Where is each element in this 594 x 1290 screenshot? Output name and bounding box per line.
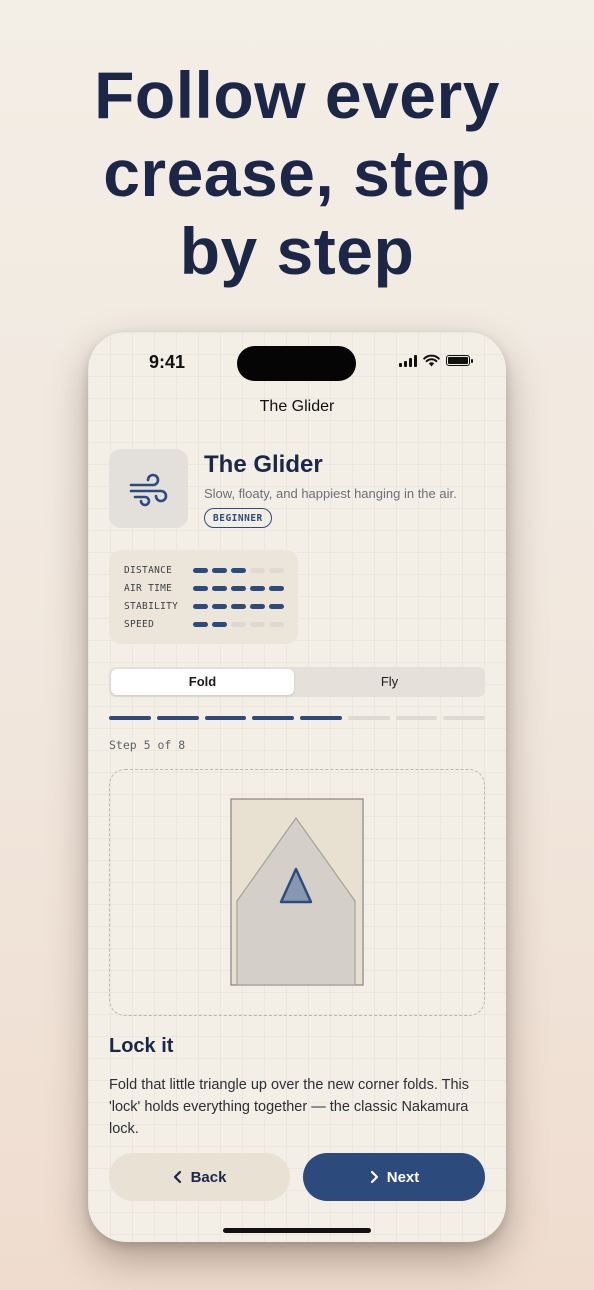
stat-pip: [269, 621, 284, 627]
back-button[interactable]: Back: [109, 1153, 290, 1201]
stat-label: STABILITY: [124, 600, 179, 612]
stat-row-distance: DISTANCE: [124, 563, 284, 577]
stat-pip: [212, 567, 227, 573]
headline-line-3: by step: [179, 214, 415, 288]
plane-description: Slow, floaty, and happiest hanging in th…: [204, 486, 457, 501]
tab-fold[interactable]: Fold: [111, 669, 294, 695]
stats-card: DISTANCE AIR TIME STABILITY SPEED: [109, 550, 298, 644]
step-counter: Step 5 of 8: [109, 738, 186, 752]
mode-segmented-control: Fold Fly: [109, 667, 485, 697]
status-time: 9:41: [149, 352, 186, 372]
stat-pip: [212, 585, 227, 591]
stat-label: AIR TIME: [124, 582, 173, 594]
back-button-label: Back: [190, 1168, 227, 1186]
chevron-left-icon: [173, 1170, 181, 1184]
stat-pip: [193, 585, 208, 591]
progress-segment: [252, 716, 294, 720]
next-button[interactable]: Next: [303, 1153, 485, 1201]
stat-row-stability: STABILITY: [124, 599, 284, 613]
headline-line-1: Follow every: [94, 58, 500, 132]
tab-fly[interactable]: Fly: [296, 669, 483, 695]
progress-segment: [443, 716, 485, 720]
progress-segment: [156, 716, 199, 720]
step-title: Lock it: [109, 1035, 174, 1057]
stat-pip: [269, 567, 284, 573]
plane-icon-tile: [109, 449, 188, 528]
stat-pip: [193, 603, 208, 609]
progress-segment: [109, 716, 151, 720]
stat-pip: [193, 621, 208, 627]
stat-pip: [250, 621, 265, 627]
headline: Follow every crease, step by step: [0, 56, 594, 290]
stat-pip: [212, 603, 227, 609]
stat-pip: [231, 585, 246, 591]
stat-pip: [231, 621, 246, 627]
dynamic-island: [237, 346, 356, 381]
stat-pip: [269, 603, 284, 609]
status-icons: [399, 354, 473, 367]
difficulty-badge: BEGINNER: [204, 508, 272, 528]
stat-meter: [193, 621, 284, 627]
stat-label: DISTANCE: [124, 564, 173, 576]
fold-diagram: [109, 769, 485, 1016]
next-button-label: Next: [386, 1168, 420, 1186]
stat-row-air-time: AIR TIME: [124, 581, 284, 595]
stat-pip: [250, 603, 265, 609]
stat-pip: [269, 585, 284, 591]
wind-icon: [129, 473, 167, 506]
wifi-icon: [423, 354, 440, 367]
step-instructions: Fold that little triangle up over the ne…: [109, 1077, 470, 1137]
fold-illustration: [230, 798, 364, 986]
progress-segment: [204, 716, 247, 720]
progress-segment: [395, 716, 438, 720]
nav-title: The Glider: [259, 398, 335, 415]
stat-pip: [212, 621, 227, 627]
home-indicator: [223, 1228, 371, 1233]
phone-screen: 9:41 The Glider The Glider Slow, floaty,…: [88, 332, 506, 1242]
stat-pip: [250, 567, 265, 573]
chevron-right-icon: [370, 1170, 378, 1184]
headline-line-2: crease, step: [103, 136, 491, 210]
stat-row-speed: SPEED: [124, 617, 284, 631]
stat-label: SPEED: [124, 618, 155, 630]
progress-segment: [300, 716, 342, 720]
stat-meter: [193, 603, 284, 609]
stat-pip: [193, 567, 208, 573]
cellular-signal-icon: [399, 354, 417, 367]
stat-pip: [250, 585, 265, 591]
plane-name: The Glider: [204, 451, 323, 478]
stat-pip: [231, 603, 246, 609]
stat-pip: [231, 567, 246, 573]
step-progress-bar: [109, 716, 485, 720]
stat-meter: [193, 585, 284, 591]
progress-segment: [347, 716, 390, 720]
battery-icon: [446, 355, 473, 366]
stat-meter: [193, 567, 284, 573]
